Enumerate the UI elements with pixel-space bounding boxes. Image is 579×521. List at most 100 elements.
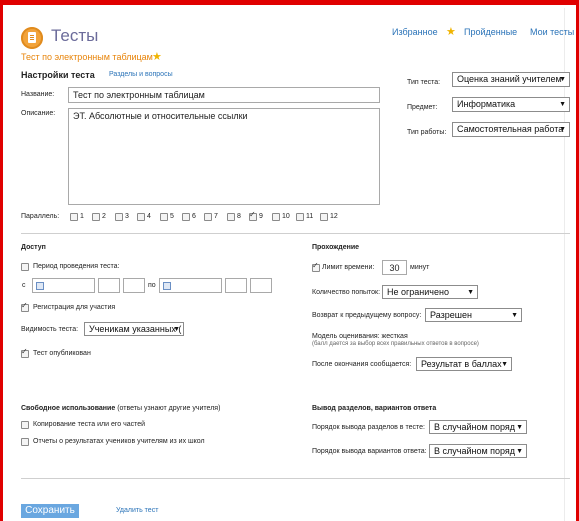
from-label: с: [22, 282, 26, 289]
calendar-icon[interactable]: [36, 282, 44, 290]
answers-order-label: Порядок вывода вариантов ответа:: [312, 448, 427, 455]
chevron-down-icon: ▼: [501, 361, 508, 368]
reports-label: Отчеты о результатах учеников учителям и…: [33, 438, 205, 445]
visibility-value: Ученикам указанных (: [89, 324, 182, 334]
description-label: Описание:: [21, 110, 56, 117]
parallel-label-12: 12: [330, 213, 338, 220]
parallel-label-1: 1: [80, 213, 84, 220]
time-limit-unit: минут: [410, 264, 430, 271]
free-use-title: Свободное использование: [21, 405, 116, 412]
page-title: Тесты: [51, 26, 99, 45]
parallel-label-5: 5: [170, 213, 174, 220]
subject-value: Информатика: [457, 99, 516, 109]
parallel-checkbox-6[interactable]: [182, 213, 190, 221]
after-finish-select[interactable]: Результат в баллах ▼: [416, 357, 512, 371]
free-use-note: (ответы узнают другие учителя): [117, 405, 221, 412]
parallel-checkbox-4[interactable]: [137, 213, 145, 221]
reports-checkbox[interactable]: [21, 438, 29, 446]
work-type-value: Самостоятельная работа: [457, 124, 564, 134]
divider: [21, 233, 570, 234]
name-label: Название:: [21, 91, 55, 98]
delete-test-link[interactable]: Удалить тест: [116, 507, 158, 514]
parallel-checkbox-1[interactable]: [70, 213, 78, 221]
save-button[interactable]: Сохранить: [21, 504, 79, 518]
chevron-down-icon: ▼: [516, 448, 523, 455]
test-type-select[interactable]: Оценка знаний учителем ▼: [452, 72, 570, 87]
chevron-down-icon: ▼: [511, 312, 518, 319]
nav-completed-link[interactable]: Пройденные: [464, 27, 517, 37]
chevron-down-icon: ▼: [559, 126, 566, 133]
nav-my-tests-link[interactable]: Мои тесты: [530, 27, 574, 37]
hour-to-input[interactable]: [225, 278, 247, 293]
visibility-label: Видимость теста:: [21, 326, 79, 333]
chevron-down-icon: ▼: [467, 289, 474, 296]
name-input[interactable]: Тест по электронным таблицам: [68, 87, 380, 103]
attempts-select[interactable]: Не ограничено ▼: [382, 285, 478, 299]
parallel-checkbox-5[interactable]: [160, 213, 168, 221]
period-checkbox[interactable]: [21, 263, 29, 271]
after-finish-label: После окончания сообщается:: [312, 361, 412, 368]
copy-label: Копирование теста или его частей: [33, 421, 146, 428]
attempts-label: Количество попыток:: [312, 289, 381, 296]
work-type-select[interactable]: Самостоятельная работа ▼: [452, 122, 570, 137]
sections-order-select[interactable]: В случайном поряд ▼: [429, 420, 527, 434]
test-type-label: Тип теста:: [407, 79, 441, 86]
chevron-down-icon: ▼: [173, 326, 180, 333]
period-label: Период проведения теста:: [33, 263, 120, 270]
answers-order-value: В случайном поряд: [434, 446, 516, 456]
parallel-label-10: 10: [282, 213, 290, 220]
favorite-star-icon[interactable]: ★: [152, 50, 162, 63]
subject-label: Предмет:: [407, 104, 438, 111]
parallel-checkbox-10[interactable]: [272, 213, 280, 221]
parallel-checkbox-8[interactable]: [227, 213, 235, 221]
test-name-link[interactable]: Тест по электронным таблицам: [21, 52, 153, 62]
parallel-label: Параллель:: [21, 213, 60, 220]
parallel-checkbox-11[interactable]: [296, 213, 304, 221]
subject-select[interactable]: Информатика ▼: [452, 97, 570, 112]
time-limit-input[interactable]: 30: [382, 260, 407, 275]
output-title: Вывод разделов, вариантов ответа: [312, 405, 437, 412]
grading-model-text: Модель оценивания: жесткая: [312, 333, 408, 340]
parallel-checkbox-3[interactable]: [115, 213, 123, 221]
work-type-label: Тип работы:: [407, 129, 447, 136]
sections-order-label: Порядок вывода разделов в тесте:: [312, 424, 425, 431]
registration-label: Регистрация для участия: [33, 304, 116, 311]
tests-app-icon: [21, 27, 43, 49]
description-textarea[interactable]: ЭТ. Абсолютные и относительные ссылки: [68, 108, 380, 205]
minute-from-input[interactable]: [123, 278, 145, 293]
parallel-checkbox-7[interactable]: [204, 213, 212, 221]
divider: [21, 478, 570, 479]
attempts-value: Не ограничено: [387, 287, 449, 297]
parallel-label-8: 8: [237, 213, 241, 220]
chevron-down-icon: ▼: [559, 76, 566, 83]
minute-to-input[interactable]: [250, 278, 272, 293]
date-from-input[interactable]: [32, 278, 95, 293]
favorites-star-icon[interactable]: ★: [446, 25, 456, 38]
test-type-value: Оценка знаний учителем: [457, 74, 562, 84]
hour-from-input[interactable]: [98, 278, 120, 293]
calendar-icon[interactable]: [163, 282, 171, 290]
parallel-label-4: 4: [147, 213, 151, 220]
copy-checkbox[interactable]: [21, 421, 29, 429]
time-limit-checkbox[interactable]: [312, 261, 320, 272]
parallel-label-3: 3: [125, 213, 129, 220]
parallel-label-11: 11: [306, 213, 314, 220]
nav-favorites-link[interactable]: Избранное: [392, 27, 438, 37]
published-checkbox[interactable]: [21, 347, 29, 358]
parallel-label-2: 2: [102, 213, 106, 220]
visibility-select[interactable]: Ученикам указанных ( ▼: [84, 322, 184, 336]
parallel-label-6: 6: [192, 213, 196, 220]
sections-questions-link[interactable]: Разделы и вопросы: [109, 71, 173, 78]
parallel-checkbox-12[interactable]: [320, 213, 328, 221]
date-to-input[interactable]: [159, 278, 222, 293]
return-select[interactable]: Разрешен ▼: [425, 308, 522, 322]
to-label: по: [148, 282, 156, 289]
after-finish-value: Результат в баллах: [421, 359, 502, 369]
registration-checkbox[interactable]: [21, 301, 29, 312]
parallel-checkbox-9[interactable]: [249, 210, 257, 221]
published-label: Тест опубликован: [33, 350, 91, 357]
parallel-checkbox-2[interactable]: [92, 213, 100, 221]
return-value: Разрешен: [430, 310, 472, 320]
chevron-down-icon: ▼: [559, 101, 566, 108]
answers-order-select[interactable]: В случайном поряд ▼: [429, 444, 527, 458]
